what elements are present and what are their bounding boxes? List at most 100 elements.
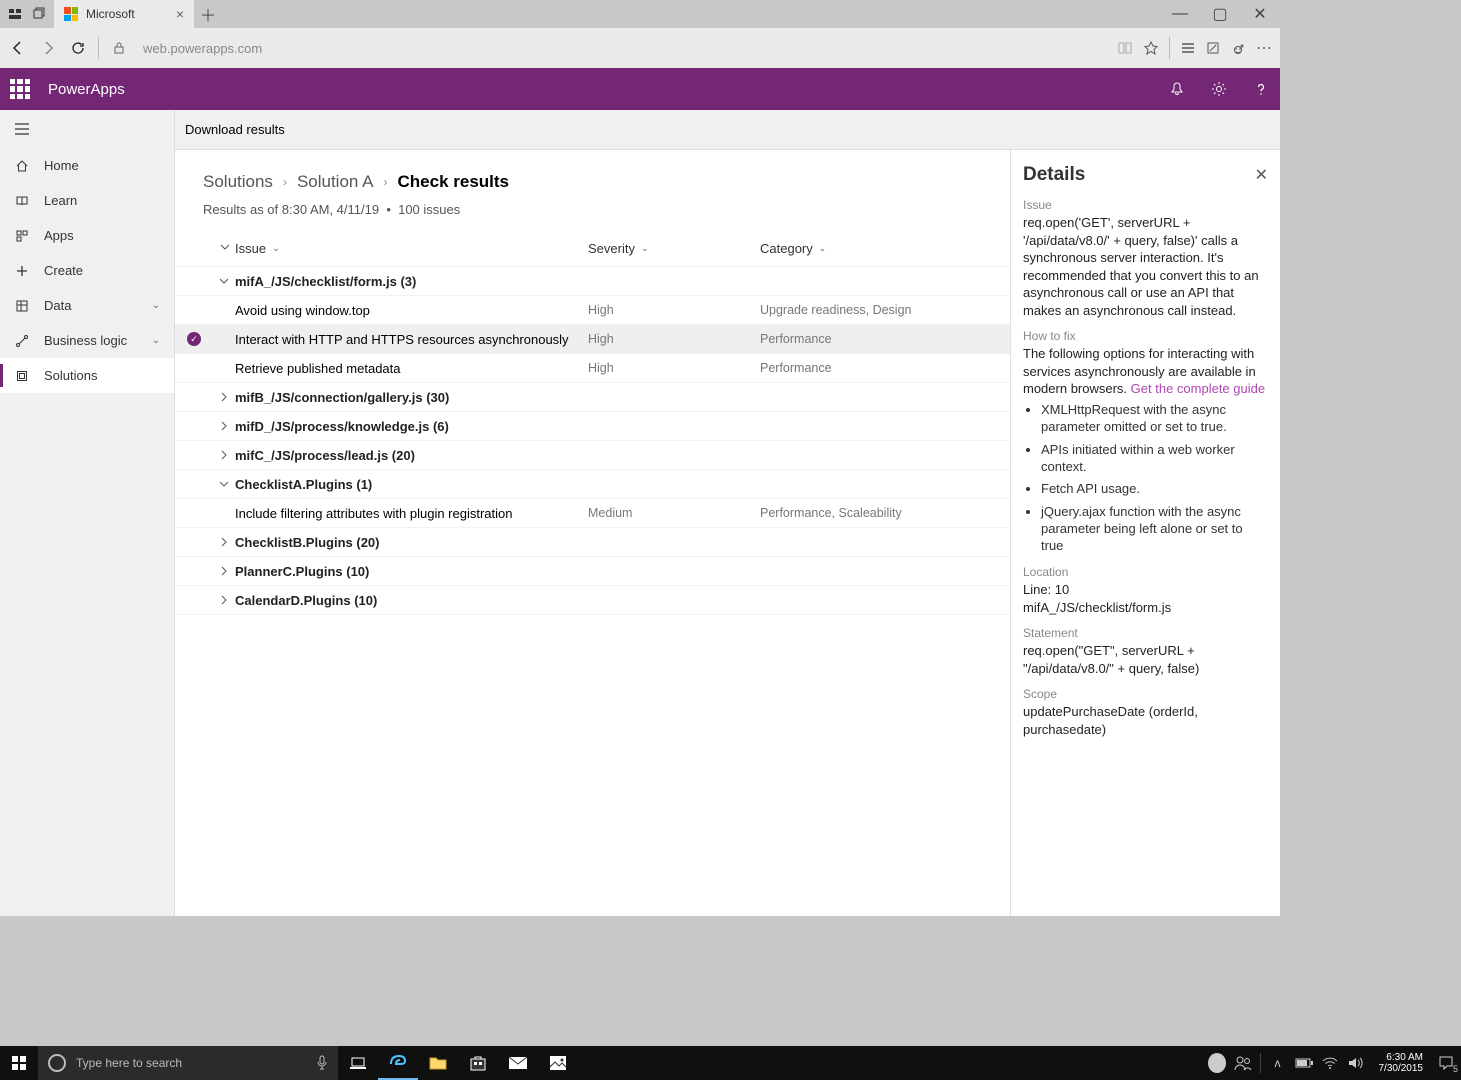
taskview-button[interactable] (338, 1046, 378, 1080)
chevron-down-icon: ⌄ (819, 243, 827, 254)
nav-label: Apps (44, 228, 74, 243)
close-window-button[interactable]: ✕ (1240, 0, 1280, 28)
col-header-category[interactable]: Category⌄ (760, 241, 982, 256)
help-icon[interactable] (1252, 80, 1270, 98)
group-row[interactable]: PlannerC.Plugins (10) (175, 557, 1010, 586)
crumb-solutions[interactable]: Solutions (203, 172, 273, 192)
download-results-button[interactable]: Download results (185, 122, 285, 137)
nav-label: Business logic (44, 333, 127, 348)
taskbar-search[interactable]: Type here to search (38, 1046, 338, 1080)
notes-icon[interactable] (1206, 41, 1220, 55)
search-placeholder: Type here to search (76, 1056, 182, 1070)
nav-label: Learn (44, 193, 77, 208)
nav-home[interactable]: Home (0, 148, 174, 183)
issue-row[interactable]: ✓Interact with HTTP and HTTPS resources … (175, 325, 1010, 354)
fix-list-item: APIs initiated within a web worker conte… (1041, 442, 1268, 476)
guide-link[interactable]: Get the complete guide (1131, 381, 1265, 396)
app-name[interactable]: PowerApps (48, 81, 125, 98)
hub-icon[interactable] (1180, 42, 1196, 54)
close-details-button[interactable]: ✕ (1255, 165, 1268, 185)
details-panel: Details ✕ Issue req.open('GET', serverUR… (1010, 150, 1280, 916)
mail-button[interactable] (498, 1046, 538, 1080)
chevron-down-icon: ⌄ (152, 300, 160, 311)
group-row[interactable]: mifD_/JS/process/knowledge.js (6) (175, 412, 1010, 441)
taskbar-clock[interactable]: 6:30 AM 7/30/2015 (1373, 1052, 1430, 1074)
nav-data[interactable]: Data ⌄ (0, 288, 174, 323)
details-issue-label: Issue (1023, 198, 1268, 212)
maximize-button[interactable]: ▢ (1200, 0, 1240, 28)
volume-icon[interactable] (1347, 1054, 1365, 1072)
wifi-icon[interactable] (1321, 1054, 1339, 1072)
new-tab-button[interactable]: ＋ (194, 0, 222, 28)
photos-button[interactable] (538, 1046, 578, 1080)
issue-row[interactable]: Include filtering attributes with plugin… (175, 499, 1010, 528)
group-row[interactable]: ChecklistB.Plugins (20) (175, 528, 1010, 557)
nav-label: Data (44, 298, 71, 313)
details-scope-label: Scope (1023, 687, 1268, 701)
group-row[interactable]: CalendarD.Plugins (10) (175, 586, 1010, 615)
nav-solutions[interactable]: Solutions (0, 358, 174, 393)
crumb-current: Check results (398, 172, 510, 192)
settings-icon[interactable] (1210, 80, 1228, 98)
tab-close-icon[interactable]: × (176, 6, 184, 22)
col-header-severity[interactable]: Severity⌄ (588, 241, 760, 256)
details-location-file: mifA_/JS/checklist/form.js (1023, 599, 1268, 617)
more-icon[interactable]: ⋯ (1256, 38, 1272, 58)
notifications-icon[interactable] (1168, 80, 1186, 98)
fix-list-item: XMLHttpRequest with the async parameter … (1041, 402, 1268, 436)
col-header-issue[interactable]: Issue⌄ (235, 241, 588, 256)
share-icon[interactable] (1230, 40, 1246, 56)
results-pane: Solutions › Solution A › Check results R… (175, 150, 1010, 916)
nav-business-logic[interactable]: Business logic⌄ (0, 323, 174, 358)
tab-title: Microsoft (86, 7, 135, 21)
details-location-label: Location (1023, 565, 1268, 579)
command-bar: Download results (175, 110, 1280, 150)
chevron-down-icon: ⌄ (641, 243, 649, 254)
browser-tab[interactable]: Microsoft × (54, 0, 194, 28)
suite-header: PowerApps (0, 68, 1280, 110)
back-button[interactable] (8, 38, 28, 58)
nav-apps[interactable]: Apps (0, 218, 174, 253)
favorite-icon[interactable] (1143, 40, 1159, 56)
breadcrumb: Solutions › Solution A › Check results (175, 172, 1010, 192)
tabgroup-icon[interactable] (30, 5, 48, 23)
details-howtofix-text: The following options for interacting wi… (1023, 345, 1268, 398)
chevron-down-icon: ⌄ (272, 243, 280, 254)
lock-icon[interactable] (109, 38, 129, 58)
flow-icon (14, 333, 30, 349)
reading-icon[interactable] (1117, 41, 1133, 55)
forward-button[interactable] (38, 38, 58, 58)
chevron-icon (213, 391, 235, 403)
nav-collapse-button[interactable] (0, 110, 174, 148)
taskbar: Type here to search ʌ 6:30 AM 7/30/2015 … (0, 1046, 1461, 1080)
battery-icon[interactable] (1295, 1054, 1313, 1072)
chevron-icon (213, 478, 235, 490)
people-icon[interactable] (1234, 1054, 1252, 1072)
explorer-button[interactable] (418, 1046, 458, 1080)
tray-expand-icon[interactable]: ʌ (1269, 1054, 1287, 1072)
taskview-icon[interactable] (6, 5, 24, 23)
group-row[interactable]: ChecklistA.Plugins (1) (175, 470, 1010, 499)
collapse-all-icon[interactable] (219, 241, 231, 253)
app-launcher-icon[interactable] (10, 79, 30, 99)
group-row[interactable]: mifA_/JS/checklist/form.js (3) (175, 267, 1010, 296)
edge-button[interactable] (378, 1046, 418, 1080)
nav-label: Home (44, 158, 79, 173)
address-bar: web.powerapps.com ⋯ (0, 28, 1280, 68)
minimize-button[interactable]: — (1160, 0, 1200, 28)
group-row[interactable]: mifC_/JS/process/lead.js (20) (175, 441, 1010, 470)
url-text[interactable]: web.powerapps.com (143, 41, 1107, 56)
issue-row[interactable]: Retrieve published metadataHighPerforman… (175, 354, 1010, 383)
issue-row[interactable]: Avoid using window.topHighUpgrade readin… (175, 296, 1010, 325)
nav-create[interactable]: Create (0, 253, 174, 288)
start-button[interactable] (0, 1055, 38, 1071)
mic-icon[interactable] (316, 1055, 328, 1071)
tray-avatar[interactable] (1208, 1054, 1226, 1072)
crumb-solution-a[interactable]: Solution A (297, 172, 374, 192)
nav-learn[interactable]: Learn (0, 183, 174, 218)
chevron-icon (213, 275, 235, 287)
store-button[interactable] (458, 1046, 498, 1080)
group-row[interactable]: mifB_/JS/connection/gallery.js (30) (175, 383, 1010, 412)
refresh-button[interactable] (68, 38, 88, 58)
action-center-icon[interactable]: 5 (1437, 1054, 1455, 1072)
